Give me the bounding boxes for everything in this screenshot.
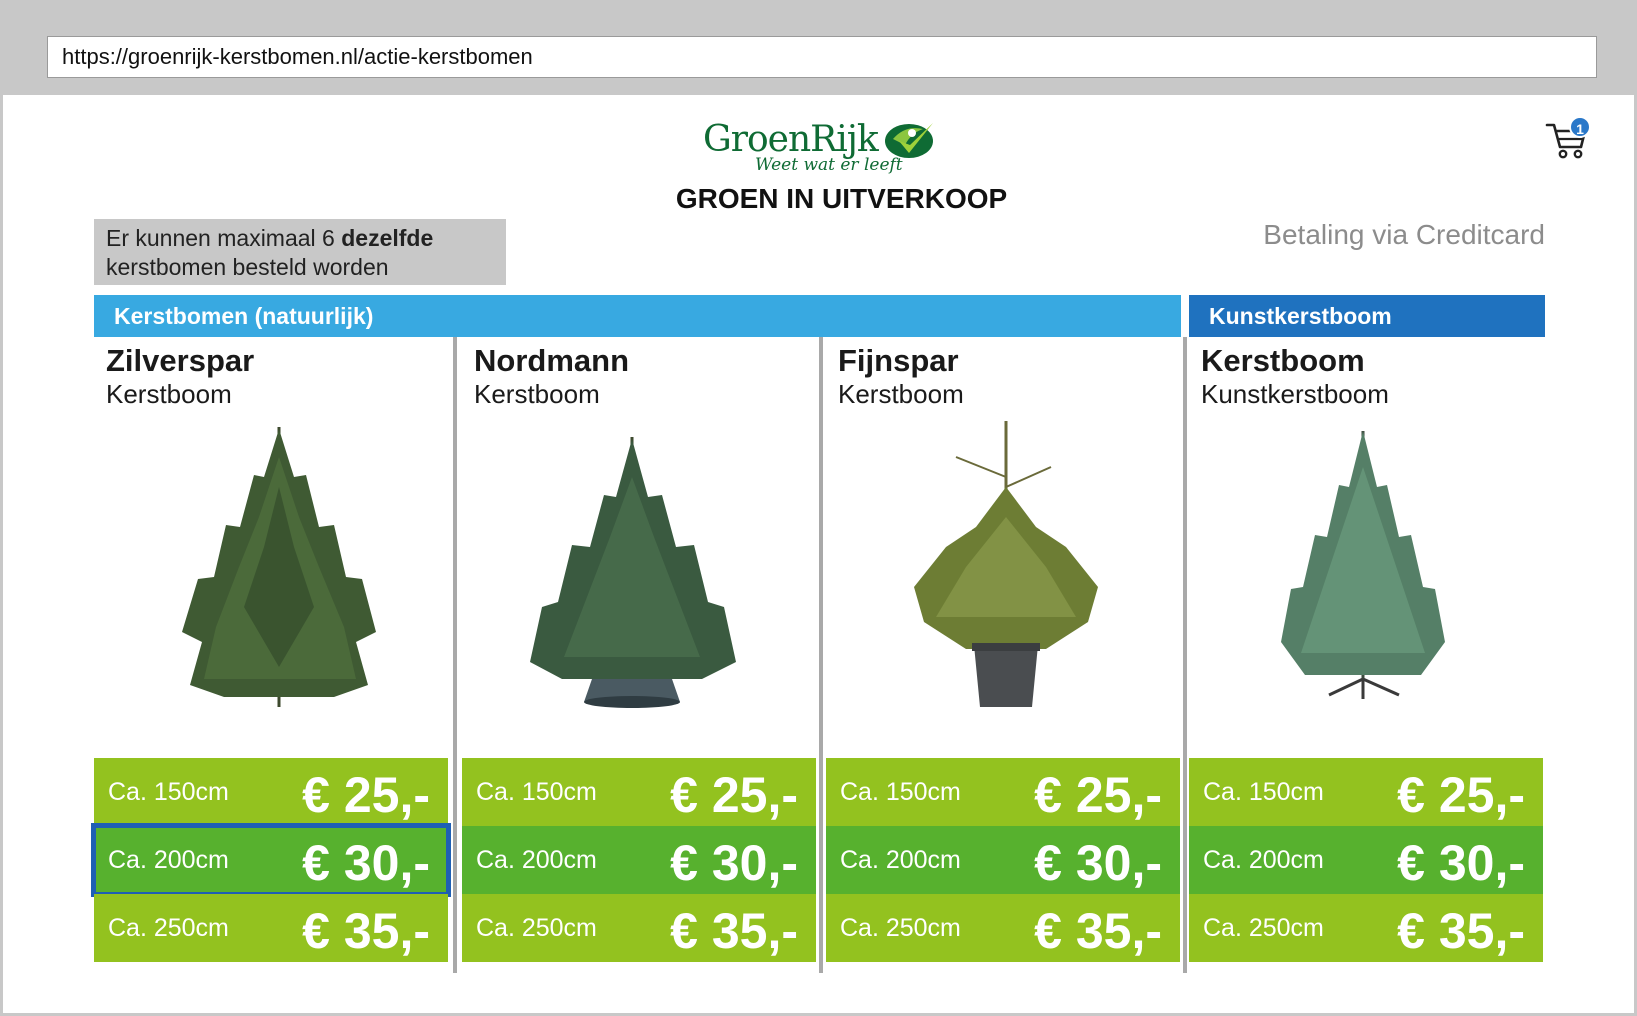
size-label: Ca. 150cm <box>108 778 229 806</box>
nordmann-tree-image[interactable] <box>462 417 816 717</box>
size-label: Ca. 150cm <box>840 778 961 806</box>
browser-toolbar: https://groenrijk-kerstbomen.nl/actie-ke… <box>3 3 1634 95</box>
price-label: € 25,- <box>302 767 430 823</box>
price-option-250[interactable]: Ca. 250cm € 35,- <box>826 894 1180 962</box>
price-label: € 25,- <box>1034 767 1162 823</box>
product-card-kunstkerstboom: Kerstboom Kunstkerstboom Ca. 150cm € 25,… <box>1189 337 1543 977</box>
product-type: Kerstboom <box>474 379 600 409</box>
product-name: Fijnspar <box>838 343 959 378</box>
price-label: € 25,- <box>670 767 798 823</box>
size-label: Ca. 250cm <box>108 914 229 942</box>
price-option-150[interactable]: Ca. 150cm € 25,- <box>94 758 448 826</box>
price-label: € 30,- <box>1034 835 1162 891</box>
logo-tagline: Weet wat er leeft <box>755 155 903 175</box>
size-label: Ca. 250cm <box>840 914 961 942</box>
product-type: Kunstkerstboom <box>1201 379 1389 409</box>
price-option-200[interactable]: Ca. 200cm € 30,- <box>826 826 1180 894</box>
notice-text-bold: dezelfde <box>341 225 434 251</box>
product-card-nordmann: Nordmann Kerstboom Ca. 150cm € 25,- Ca. … <box>462 337 816 977</box>
order-limit-notice: Er kunnen maximaal 6 dezelfde kerstbomen… <box>94 219 506 285</box>
size-label: Ca. 250cm <box>476 914 597 942</box>
product-type: Kerstboom <box>838 379 964 409</box>
price-label: € 25,- <box>1397 767 1525 823</box>
browser-window: https://groenrijk-kerstbomen.nl/actie-ke… <box>0 0 1637 1016</box>
price-label: € 35,- <box>302 903 430 959</box>
product-name: Zilverspar <box>106 343 255 378</box>
price-option-200[interactable]: Ca. 200cm € 30,- <box>462 826 816 894</box>
leaf-check-icon <box>885 123 933 158</box>
price-label: € 35,- <box>1034 903 1162 959</box>
product-card-fijnspar: Fijnspar Kerstboom Ca. 150cm € 25,- Ca. … <box>826 337 1180 977</box>
price-label: € 30,- <box>302 835 430 891</box>
price-option-150[interactable]: Ca. 150cm € 25,- <box>826 758 1180 826</box>
price-label: € 35,- <box>1397 903 1525 959</box>
artificial-tree-image[interactable] <box>1189 417 1543 717</box>
fijnspar-potted-tree-image[interactable] <box>826 417 1180 717</box>
price-option-150[interactable]: Ca. 150cm € 25,- <box>1189 758 1543 826</box>
price-label: € 35,- <box>670 903 798 959</box>
price-label: € 30,- <box>1397 835 1525 891</box>
page-title: GROEN IN UITVERKOOP <box>675 183 1008 214</box>
price-option-250[interactable]: Ca. 250cm € 35,- <box>94 894 448 962</box>
groenrijk-logo[interactable]: GroenRijk Weet wat er leeft <box>703 113 943 183</box>
size-label: Ca. 150cm <box>476 778 597 806</box>
logo-wordmark: GroenRijk <box>703 119 879 160</box>
size-label: Ca. 250cm <box>1203 914 1324 942</box>
notice-text-start: Er kunnen maximaal 6 <box>106 225 342 251</box>
address-bar[interactable]: https://groenrijk-kerstbomen.nl/actie-ke… <box>47 36 1597 78</box>
product-type: Kerstboom <box>106 379 232 409</box>
category-header-artificial: Kunstkerstboom <box>1189 295 1545 337</box>
size-label: Ca. 200cm <box>1203 846 1324 874</box>
cart-count-badge: 1 <box>1569 116 1591 138</box>
column-divider <box>819 337 823 973</box>
price-label: € 30,- <box>670 835 798 891</box>
size-label: Ca. 200cm <box>108 846 229 874</box>
price-list: Ca. 150cm € 25,- Ca. 200cm € 30,- Ca. 25… <box>1189 758 1543 962</box>
product-name: Nordmann <box>474 343 629 378</box>
notice-text-end: kerstbomen besteld worden <box>106 254 389 280</box>
price-option-200[interactable]: Ca. 200cm € 30,- <box>1189 826 1543 894</box>
zilverspar-tree-image[interactable] <box>94 417 448 717</box>
product-name: Kerstboom <box>1201 343 1365 378</box>
payment-method-note: Betaling via Creditcard <box>1263 219 1545 250</box>
size-label: Ca. 200cm <box>840 846 961 874</box>
price-list: Ca. 150cm € 25,- Ca. 200cm € 30,- Ca. 25… <box>91 758 451 962</box>
column-divider <box>453 337 457 973</box>
price-option-250[interactable]: Ca. 250cm € 35,- <box>1189 894 1543 962</box>
size-label: Ca. 200cm <box>476 846 597 874</box>
price-option-200-selected[interactable]: Ca. 200cm € 30,- <box>91 823 451 897</box>
product-card-zilverspar: Zilverspar Kerstboom Ca. 150cm € 25,- Ca… <box>91 337 451 977</box>
price-option-150[interactable]: Ca. 150cm € 25,- <box>462 758 816 826</box>
price-option-250[interactable]: Ca. 250cm € 35,- <box>462 894 816 962</box>
size-label: Ca. 150cm <box>1203 778 1324 806</box>
price-list: Ca. 150cm € 25,- Ca. 200cm € 30,- Ca. 25… <box>826 758 1180 962</box>
column-divider <box>1183 337 1187 973</box>
category-header-natural: Kerstbomen (natuurlijk) <box>94 295 1181 337</box>
price-list: Ca. 150cm € 25,- Ca. 200cm € 30,- Ca. 25… <box>462 758 816 962</box>
